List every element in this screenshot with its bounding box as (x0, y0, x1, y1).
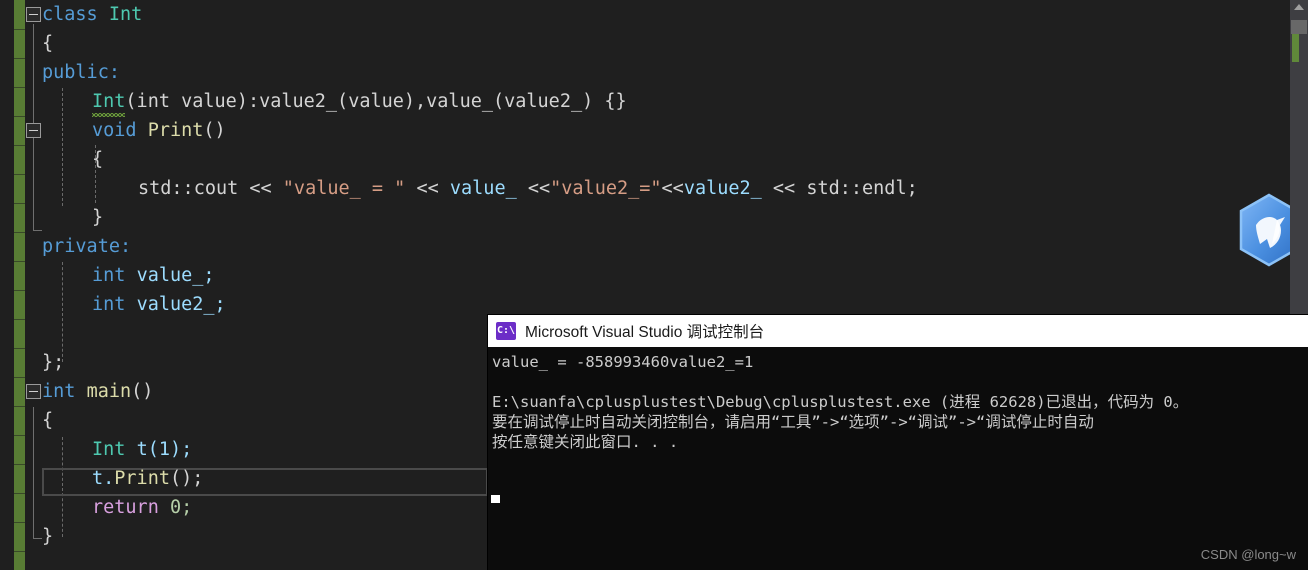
token-keyword-void: void (92, 120, 137, 141)
token-call-print: Print (114, 468, 170, 489)
screenshot-root: class Int { public: Int(int value):value… (0, 0, 1308, 570)
token-ctor-name-with-error-squiggle: Int (92, 87, 126, 117)
token-ctor-init-list: :value2_(value),value_(value2_) {} (247, 91, 627, 112)
token-keyword-public: public: (42, 62, 120, 83)
console-output-blank (490, 372, 1308, 392)
code-line-print-open-brace[interactable]: { (0, 145, 103, 174)
code-line-var-decl[interactable]: Int t(1); (0, 435, 192, 464)
console-output-line: 按任意键关闭此窗口. . . (492, 433, 679, 451)
token-field-value2: value2_; (136, 294, 226, 315)
token-keyword-int-2: int (92, 294, 126, 315)
token-shift-2: << (516, 178, 551, 199)
token-keyword-private: private: (42, 236, 132, 257)
code-line-constructor[interactable]: Int(int value):value2_(value),value_(val… (0, 87, 627, 117)
code-line-blank[interactable] (0, 319, 42, 348)
token-class-end: }; (42, 352, 65, 373)
code-line-field-value2[interactable]: int value2_; (0, 290, 226, 319)
console-block-cursor (491, 495, 500, 503)
code-line-private[interactable]: private: (0, 232, 131, 261)
token-endl: std::endl (806, 178, 907, 199)
scroll-up-arrow-icon[interactable] (1294, 4, 1304, 10)
token-main-return-type: int (42, 381, 76, 402)
code-line-print-signature[interactable]: void Print() (0, 116, 226, 145)
console-output-area[interactable]: value_ = -858993460value2_=1 E:\suanfa\c… (488, 347, 1308, 570)
code-line-cout[interactable]: std::cout << "value_ = " << value_ <<"va… (0, 174, 918, 203)
token-shift-4: << (761, 178, 807, 199)
command-prompt-icon: C:\ (496, 322, 516, 340)
token-call-tail: (); (169, 468, 204, 489)
console-icon-label: C:\ (496, 325, 516, 336)
token-type-int-var: Int (92, 439, 126, 460)
token-brace-open: { (42, 33, 54, 54)
code-line-print-close-brace[interactable]: } (0, 203, 103, 232)
console-title-text: Microsoft Visual Studio 调试控制台 (525, 324, 765, 341)
console-output-line: E:\suanfa\cplusplustest\Debug\cplusplust… (492, 393, 1189, 411)
token-shift-1: << (405, 178, 450, 199)
token-keyword-return: return (92, 497, 159, 518)
code-line-print-call[interactable]: t.Print(); (0, 464, 203, 493)
token-object-t: t. (92, 468, 115, 489)
token-type-int: Int (108, 4, 143, 25)
csdn-watermark: CSDN @long~w (1200, 547, 1296, 562)
scrollbar-change-marker (1292, 34, 1299, 62)
token-string-value2: "value2_=" (550, 178, 662, 199)
token-keyword-int-1: int (92, 265, 126, 286)
token-shift-3: << (661, 178, 684, 199)
code-line-class-close[interactable]: }; (0, 348, 64, 377)
token-field-value: value_; (136, 265, 215, 286)
token-var-value2: value2_ (683, 178, 762, 199)
code-line-main-close-brace[interactable]: } (0, 522, 53, 551)
scrollbar-thumb[interactable] (1291, 20, 1307, 34)
console-output-line: value_ = -858993460value2_=1 (492, 353, 754, 371)
code-line-class-open-brace[interactable]: { (0, 29, 53, 58)
code-line-class-decl[interactable]: class Int (0, 0, 142, 29)
token-var-value: value_ (449, 178, 517, 199)
debug-console-window[interactable]: C:\ Microsoft Visual Studio 调试控制台 value_… (488, 315, 1308, 570)
token-brace-close-print: } (92, 207, 104, 228)
code-line-field-value[interactable]: int value_; (0, 261, 215, 290)
code-line-main-signature[interactable]: int main() (0, 377, 153, 406)
token-brace-open-print: { (92, 149, 104, 170)
token-return-value: 0; (169, 497, 193, 518)
token-var-t-decl: t(1); (136, 439, 193, 460)
code-line-main-open-brace[interactable]: { (0, 406, 53, 435)
code-line-public[interactable]: public: (0, 58, 120, 87)
token-print-parens: () (203, 120, 226, 141)
token-keyword-class: class (42, 4, 98, 25)
code-line-return[interactable]: return 0; (0, 493, 192, 522)
token-cout-prefix: std::cout << (138, 178, 283, 199)
token-function-main: main (86, 381, 132, 402)
console-output-line: 要在调试停止时自动关闭控制台，请启用“工具”->“选项”->“调试”->“调试停… (492, 413, 1094, 431)
token-ctor-params: (int value) (125, 91, 248, 112)
token-string-value: "value_ = " (282, 178, 406, 199)
console-title-bar[interactable]: C:\ Microsoft Visual Studio 调试控制台 (488, 315, 1308, 347)
token-function-print: Print (147, 120, 204, 141)
token-brace-open-main: { (42, 410, 54, 431)
token-semicolon-cout: ; (906, 178, 918, 199)
token-main-parens: () (131, 381, 154, 402)
token-brace-close-main: } (42, 526, 54, 547)
